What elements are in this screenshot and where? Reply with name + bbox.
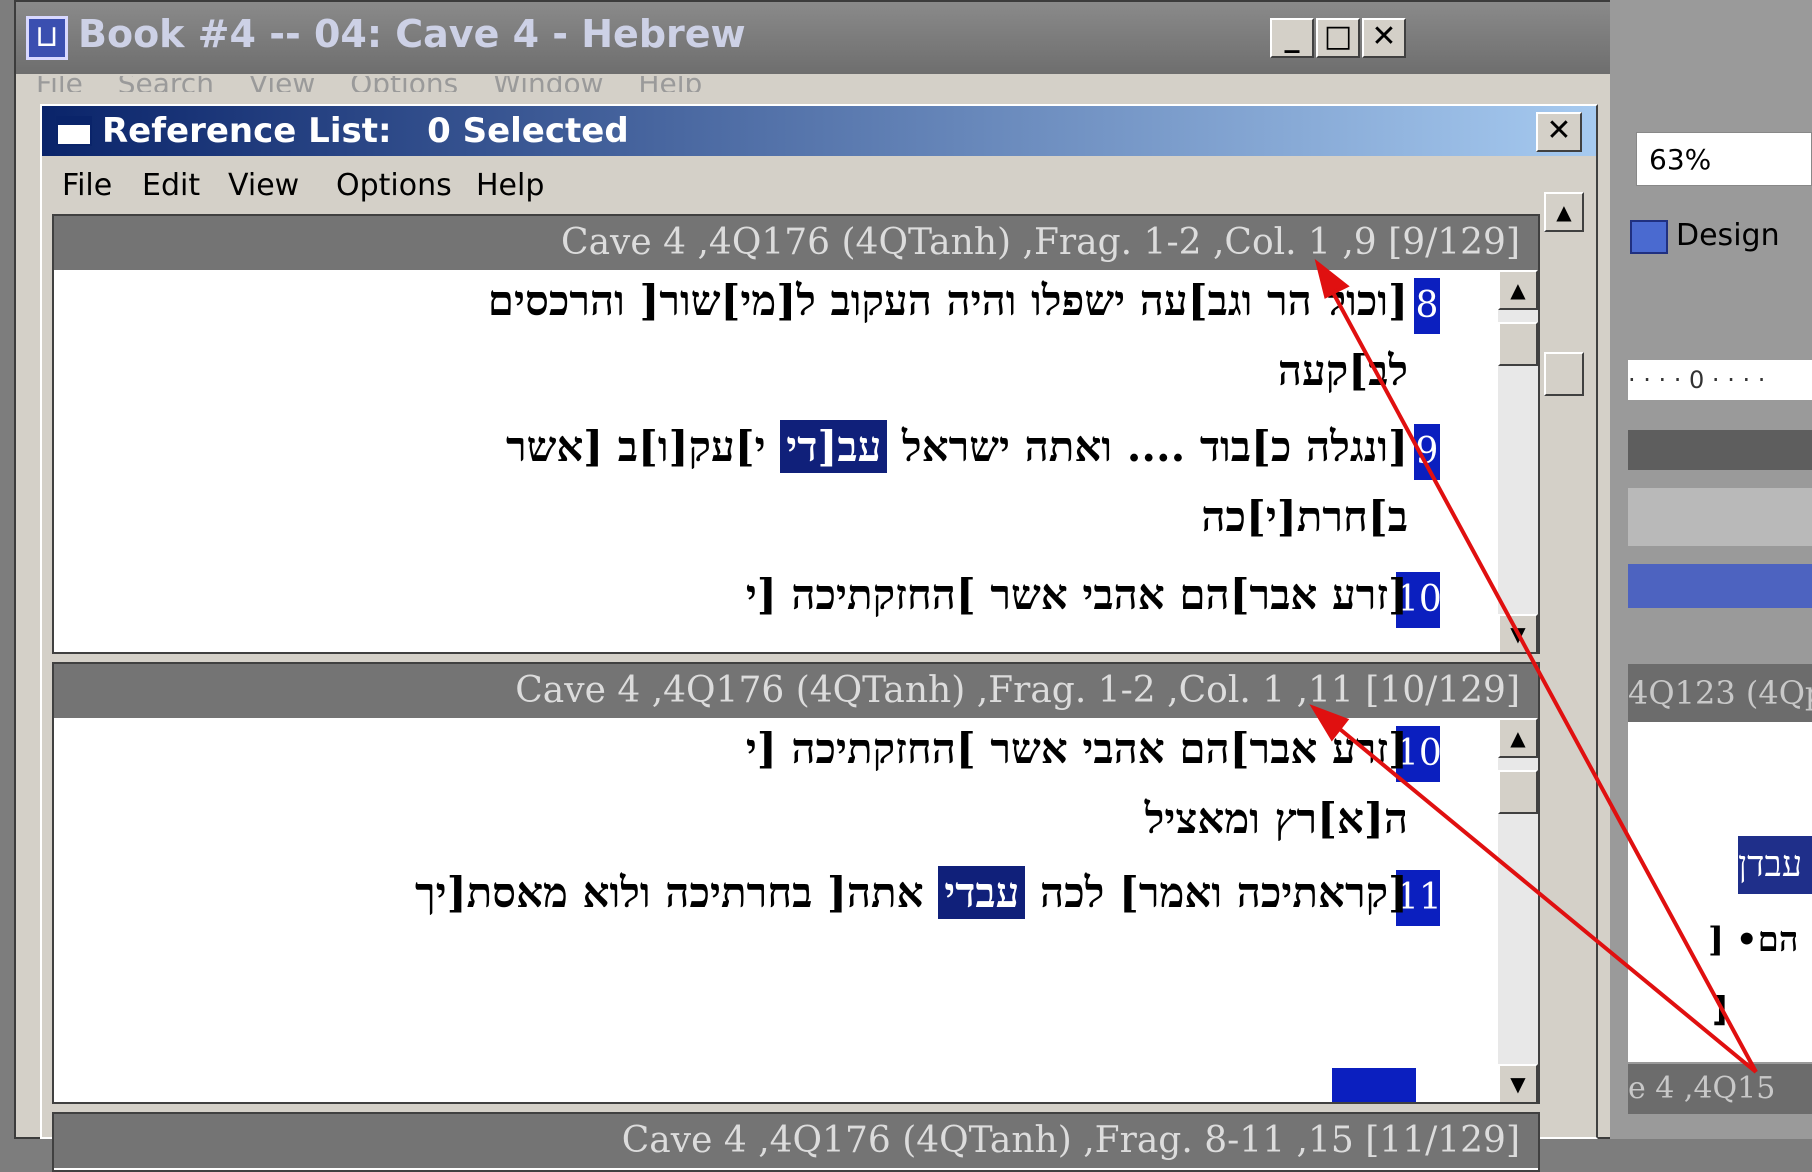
design-button[interactable]: Design — [1630, 212, 1812, 260]
panel-scrollbar[interactable]: ▲ ▼ — [1498, 718, 1538, 1102]
background-text-line: ] •הם — [1708, 920, 1799, 960]
scroll-up-icon[interactable]: ▲ — [1544, 192, 1584, 232]
text-segment: [ונגלה כ]בוד .... ואתה ישראל — [887, 422, 1408, 471]
scroll-thumb[interactable] — [1498, 322, 1538, 366]
highlighted-match[interactable]: עבדי — [938, 866, 1026, 919]
line-number: 9 — [1414, 424, 1440, 480]
hebrew-text-line: לב]קעה — [1277, 346, 1408, 395]
hebrew-text-line: [קראתיכה ואמר] לכה עבדי אתה[ בחרתיכה ולו… — [415, 866, 1408, 919]
scroll-up-icon[interactable]: ▲ — [1498, 718, 1538, 758]
reference-header[interactable]: Cave 4 ,4Q176 (4QTanh) ,Frag. 8-11 ,15 [… — [54, 1114, 1538, 1168]
active-title-strip — [1628, 564, 1812, 608]
panel-scrollbar[interactable]: ▲ ▼ — [1498, 270, 1538, 652]
hebrew-text-line: ב]חרת[י]כה — [1201, 492, 1408, 541]
ruler: · · · · 0 · · · · — [1628, 360, 1812, 400]
menu-options[interactable]: Options — [336, 168, 452, 203]
maximize-button[interactable]: □ — [1316, 18, 1360, 58]
reference-list-title: Reference List: 0 Selected — [102, 111, 629, 151]
scroll-up-icon[interactable]: ▲ — [1498, 270, 1538, 310]
reference-list-title-bar[interactable]: Reference List: 0 Selected ✕ — [42, 106, 1596, 156]
main-title-bar[interactable]: ⊔ Book #4 -- 04: Cave 4 - Hebrew _ □ ✕ — [16, 2, 1622, 74]
reference-header[interactable]: Cave 4 ,4Q176 (4QTanh) ,Frag. 1-2 ,Col. … — [54, 216, 1538, 270]
reference-result-panel: Cave 4 ,4Q176 (4QTanh) ,Frag. 1-2 ,Col. … — [52, 214, 1540, 654]
text-segment: [קראתיכה ואמר] לכה — [1025, 868, 1408, 917]
scroll-down-icon[interactable]: ▼ — [1498, 614, 1538, 652]
menu-edit[interactable]: Edit — [142, 168, 200, 203]
window-icon — [56, 116, 92, 146]
toolbar-strip — [1628, 430, 1812, 470]
text-segment: אתה[ בחרתיכה ולוא מאסת[יך — [415, 868, 939, 917]
close-button[interactable]: ✕ — [1362, 18, 1406, 58]
menu-view[interactable]: View — [228, 168, 299, 203]
reference-menu-bar: File Edit View Options Help — [42, 160, 1596, 212]
scroll-thumb[interactable] — [1498, 770, 1538, 814]
main-menu-bar[interactable]: File Search View Options Window Help — [36, 76, 702, 92]
line-number: 8 — [1414, 278, 1440, 334]
scroll-down-icon[interactable]: ▼ — [1498, 1064, 1538, 1102]
reference-result-panel: Cave 4 ,4Q176 (4QTanh) ,Frag. 8-11 ,15 [… — [52, 1112, 1540, 1172]
hebrew-text-line: [זרע אבר]הם אהבי אשר ]החזקתיכה [י — [745, 570, 1408, 619]
book-icon: ⊔ — [26, 16, 68, 60]
highlighted-match[interactable]: עב[די — [780, 420, 888, 473]
design-icon — [1630, 219, 1668, 254]
background-panel-header: 4Q123 (4Qp — [1628, 664, 1812, 722]
minimize-button[interactable]: _ — [1270, 18, 1314, 58]
background-highlight: עבדן — [1738, 836, 1812, 894]
reference-result-panel: Cave 4 ,4Q176 (4QTanh) ,Frag. 1-2 ,Col. … — [52, 662, 1540, 1104]
background-panel-header: e 4 ,4Q15 — [1628, 1064, 1812, 1114]
hebrew-text-line: [זרע אבר]הם אהבי אשר ]החזקתיכה [י — [745, 724, 1408, 773]
menu-file[interactable]: File — [62, 168, 112, 203]
zoom-field[interactable]: 63% — [1636, 132, 1812, 186]
background-text-line: ] — [1712, 990, 1728, 1030]
line-number — [1332, 1068, 1416, 1102]
design-label: Design — [1676, 218, 1780, 253]
reference-list-window: Reference List: 0 Selected ✕ File Edit V… — [40, 104, 1598, 1172]
hebrew-text-line: [וכול הר וגב]עה ישפלו והיה העקוב ל[מי]שו… — [487, 276, 1408, 325]
main-window-title: Book #4 -- 04: Cave 4 - Hebrew — [78, 12, 746, 56]
text-segment: י]עק[ו]ב [אשר — [505, 422, 781, 471]
close-button[interactable]: ✕ — [1536, 112, 1582, 152]
hebrew-text-line: ה[א]רץ ומאציל — [1144, 794, 1408, 843]
outer-scrollbar[interactable]: ▲ — [1542, 192, 1586, 1122]
toolbar-strip — [1628, 488, 1812, 546]
scroll-thumb[interactable] — [1544, 352, 1584, 396]
menu-help[interactable]: Help — [476, 168, 544, 203]
hebrew-text-line: [ונגלה כ]בוד .... ואתה ישראל עב[די י]עק[… — [505, 420, 1408, 473]
reference-header[interactable]: Cave 4 ,4Q176 (4QTanh) ,Frag. 1-2 ,Col. … — [54, 664, 1538, 718]
